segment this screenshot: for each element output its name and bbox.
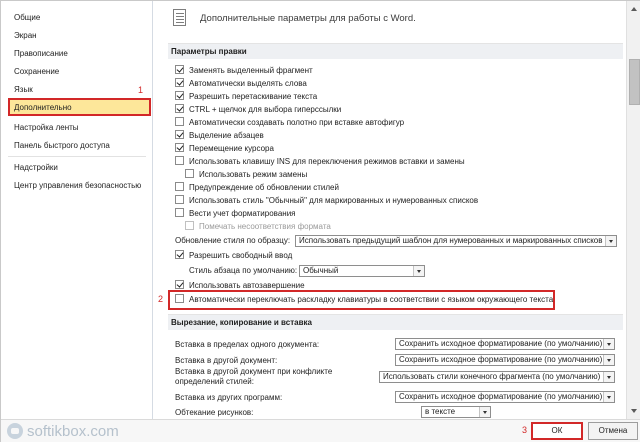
checkbox-icon xyxy=(185,221,194,230)
option-mark-formatting-inconsistencies: Помечать несоответствия формата xyxy=(185,221,331,233)
default-paragraph-style-label: Стиль абзаца по умолчанию: xyxy=(189,266,298,275)
chevron-down-icon xyxy=(603,392,614,402)
option-auto-select-words[interactable]: Автоматически выделять слова xyxy=(175,78,307,90)
watermark: softikbox.com xyxy=(7,421,119,442)
option-typing-replaces-selection[interactable]: Заменять выделенный фрагмент xyxy=(175,65,313,77)
style-update-label: Обновление стиля по образцу: xyxy=(175,236,291,245)
checkbox-icon[interactable] xyxy=(175,143,184,152)
checkbox-icon[interactable] xyxy=(175,78,184,87)
cancel-button[interactable]: Отмена xyxy=(588,422,638,440)
picture-wrap-dropdown[interactable]: в тексте xyxy=(421,406,491,418)
option-normal-style-for-lists[interactable]: Использовать стиль "Обычный" для маркиро… xyxy=(175,195,478,207)
callout-number-2: 2 xyxy=(158,294,164,304)
word-options-dialog: Общие Экран Правописание Сохранение Язык… xyxy=(0,0,640,442)
style-update-dropdown[interactable]: Использовать предыдущий шаблон для нумер… xyxy=(295,235,617,247)
sidebar-item-display[interactable]: Экран xyxy=(8,27,151,45)
sidebar-item-quick-access-toolbar[interactable]: Панель быстрого доступа xyxy=(8,137,151,155)
paste-style-conflict-dropdown[interactable]: Использовать стили конечного фрагмента (… xyxy=(379,371,615,383)
paste-other-programs-label: Вставка из других программ: xyxy=(175,393,283,402)
chevron-down-icon xyxy=(603,372,614,382)
sidebar-item-customize-ribbon[interactable]: Настройка ленты xyxy=(8,119,151,137)
section-header-editing: Параметры правки xyxy=(168,43,623,59)
sidebar-item-general[interactable]: Общие xyxy=(8,9,151,27)
checkbox-icon[interactable] xyxy=(175,294,184,303)
default-paragraph-style-dropdown[interactable]: Обычный xyxy=(299,265,425,277)
checkbox-icon[interactable] xyxy=(175,208,184,217)
checkbox-icon[interactable] xyxy=(175,91,184,100)
sidebar-item-proofing[interactable]: Правописание xyxy=(8,45,151,63)
checkbox-icon[interactable] xyxy=(175,156,184,165)
paste-other-document-dropdown[interactable]: Сохранить исходное форматирование (по ум… xyxy=(395,354,615,366)
document-settings-icon xyxy=(173,9,186,26)
paste-same-document-label: Вставка в пределах одного документа: xyxy=(175,340,320,349)
chevron-down-icon xyxy=(479,407,490,417)
option-ctrl-click-hyperlink[interactable]: CTRL + щелчок для выбора гиперссылки xyxy=(175,104,341,116)
content-scrollbar[interactable] xyxy=(626,1,640,419)
checkbox-icon[interactable] xyxy=(175,65,184,74)
ok-button[interactable]: ОК xyxy=(531,422,583,440)
checkbox-icon[interactable] xyxy=(175,250,184,259)
watermark-logo-icon xyxy=(7,423,23,439)
option-smart-cursoring[interactable]: Перемещение курсора xyxy=(175,143,274,155)
paste-same-document-dropdown[interactable]: Сохранить исходное форматирование (по ум… xyxy=(395,338,615,350)
paste-other-programs-dropdown[interactable]: Сохранить исходное форматирование (по ум… xyxy=(395,391,615,403)
option-insert-key-overtype[interactable]: Использовать клавишу INS для переключени… xyxy=(175,156,465,168)
checkbox-icon[interactable] xyxy=(185,169,194,178)
checkbox-icon[interactable] xyxy=(175,104,184,113)
sidebar-item-trust-center[interactable]: Центр управления безопасностью xyxy=(8,177,151,195)
callout-number-3: 3 xyxy=(522,425,528,435)
option-style-update-prompt[interactable]: Предупреждение об обновлении стилей xyxy=(175,182,339,194)
scroll-up-icon[interactable] xyxy=(628,2,640,15)
option-auto-drawing-canvas[interactable]: Автоматически создавать полотно при вста… xyxy=(175,117,404,129)
paste-style-conflict-label: Вставка в другой документ при конфликте … xyxy=(175,367,333,386)
option-drag-and-drop[interactable]: Разрешить перетаскивание текста xyxy=(175,91,317,103)
sidebar-divider xyxy=(8,156,146,157)
chevron-down-icon xyxy=(413,266,424,276)
option-smart-paragraph-selection[interactable]: Выделение абзацев xyxy=(175,130,264,142)
sidebar-item-save[interactable]: Сохранение xyxy=(8,63,151,81)
chevron-down-icon xyxy=(603,355,614,365)
chevron-down-icon xyxy=(605,236,616,246)
checkbox-icon[interactable] xyxy=(175,195,184,204)
scroll-down-icon[interactable] xyxy=(628,405,640,418)
section-header-cut-copy-paste: Вырезание, копирование и вставка xyxy=(168,314,623,330)
chevron-down-icon xyxy=(603,339,614,349)
checkbox-icon[interactable] xyxy=(175,280,184,289)
sidebar-item-language[interactable]: Язык xyxy=(8,81,151,99)
paste-other-document-label: Вставка в другой документ: xyxy=(175,356,278,365)
option-keep-track-formatting[interactable]: Вести учет форматирования xyxy=(175,208,296,220)
option-auto-keyboard-switching[interactable]: Автоматически переключать раскладку клав… xyxy=(175,294,553,306)
picture-wrap-label: Обтекание рисунков: xyxy=(175,408,254,417)
checkbox-icon[interactable] xyxy=(175,117,184,126)
options-content: Дополнительные параметры для работы с Wo… xyxy=(154,1,626,419)
sidebar-item-advanced[interactable]: Дополнительно xyxy=(8,98,151,116)
scrollbar-thumb[interactable] xyxy=(629,59,640,105)
callout-number-1: 1 xyxy=(138,85,144,95)
checkbox-icon[interactable] xyxy=(175,182,184,191)
sidebar-item-addins[interactable]: Надстройки xyxy=(8,159,151,177)
option-overtype-mode[interactable]: Использовать режим замены xyxy=(185,169,307,181)
options-sidebar: Общие Экран Правописание Сохранение Язык… xyxy=(1,1,153,442)
checkbox-icon[interactable] xyxy=(175,130,184,139)
page-title: Дополнительные параметры для работы с Wo… xyxy=(200,13,416,24)
option-click-and-type[interactable]: Разрешить свободный ввод xyxy=(175,250,292,262)
